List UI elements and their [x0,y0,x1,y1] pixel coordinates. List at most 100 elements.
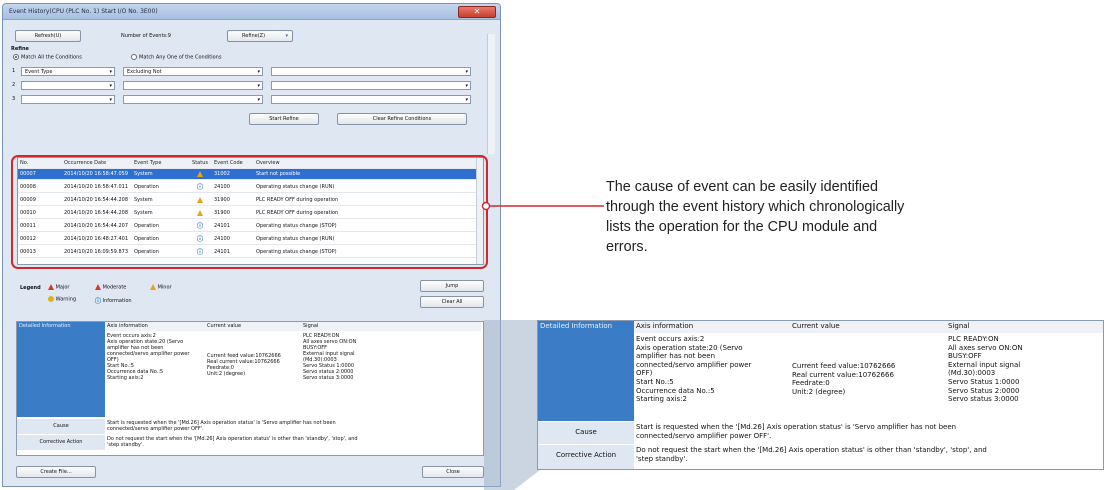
condition-value-select[interactable]: ▾ [271,67,471,76]
condition-row-number: 3 [12,96,16,102]
detail-panel: Detailed Information Axis information Cu… [16,321,484,456]
zoom-cause-text: Start is requested when the '[Md.26] Axi… [634,422,1103,444]
clear-all-button[interactable]: Clear All [420,296,484,308]
zoom-axis-info-line: Start No.:5 [636,377,674,386]
zoom-signal-line: PLC READY:ON [948,335,999,343]
zoom-axis-info-line: Axis operation state:20 (Servo [636,343,743,352]
cause-line: connected/servo amplifier power OFF'. [107,426,204,432]
jump-button[interactable]: Jump [420,280,484,292]
refine-group-label: Refine [11,46,29,52]
radio-icon [131,54,137,60]
legend-information-label: Information [102,298,132,304]
major-icon [48,284,54,290]
condition-value-select[interactable]: ▾ [271,81,471,90]
condition-value-select[interactable]: ▾ [271,95,471,104]
chevron-down-icon: ▾ [257,69,260,75]
legend-warning: Warning [48,296,76,303]
condition-field-select[interactable]: Event Type ▾ [21,67,115,76]
condition-operator-select[interactable]: Excluding Not ▾ [123,67,263,76]
match-all-label: Match All the Conditions [21,54,82,61]
title-bar: Event History(CPU (PLC No. 1) Start I/O … [3,4,500,20]
window-title: Event History(CPU (PLC No. 1) Start I/O … [9,8,158,15]
zoom-detail-header: Detailed Information [538,321,634,421]
zoom-current-value-line: Current feed value:10762666 [792,362,896,370]
chevron-down-icon: ▾ [285,33,288,39]
detail-current-value: Current feed value:10762666 Real current … [205,352,301,412]
cause-label: Cause [17,419,105,434]
condition-field-select[interactable]: ▾ [21,95,115,104]
detail-axis-info: Event occurs axis:2 Axis operation state:… [105,332,205,418]
zoom-signal: PLC READY:ON All axes servo ON:ON BUSY:OFF… [946,334,1103,420]
zoom-axis-info: Event occurs axis:2 Axis operation state:… [634,334,790,420]
match-any-label: Match Any One of the Conditions [139,54,222,61]
minor-icon [150,284,156,290]
zoom-col-signal: Signal [946,321,1103,333]
legend-minor: Minor [150,284,172,291]
legend-major-label: Major [55,284,70,291]
zoom-current-value-line: Feedrate:0 [792,379,830,388]
refine-button-label: Refine(Z) [242,33,266,39]
legend-warning-label: Warning [55,296,77,303]
zoomed-detail-panel: Detailed Information Axis information Cu… [537,320,1104,470]
chevron-down-icon: ▾ [257,83,260,89]
chevron-down-icon: ▾ [109,97,112,103]
corrective-action-text: Do not request the start when the '[Md.2… [105,435,481,450]
chevron-down-icon: ▾ [465,69,468,75]
information-icon: ⓘ [95,298,102,305]
zoom-axis-info-line: Occurrence data No.:5 [636,386,715,395]
condition-operator-select[interactable]: ▾ [123,95,263,104]
chevron-down-icon: ▾ [465,97,468,103]
clear-refine-button[interactable]: Clear Refine Conditions [337,113,467,125]
detail-col-current: Current value [205,322,301,331]
axis-info-line: Starting axis:2 [107,375,144,381]
zoom-axis-info-line: connected/servo amplifier power [636,360,752,369]
zoom-signal-line: All axes servo ON:ON [948,343,1023,352]
zoom-projection [484,320,540,490]
zoom-signal-line: BUSY:OFF [948,352,982,361]
zoom-current-value-line: Unit:2 (degree) [792,387,846,396]
condition-field-value: Event Type [25,69,53,75]
refresh-button[interactable]: Refresh(U) [15,30,81,42]
zoom-corrective-action-label: Corrective Action [538,445,634,469]
chevron-down-icon: ▾ [109,69,112,75]
legend-label: Legend [20,285,41,291]
zoom-current-value-line: Real current value:10762666 [792,370,894,379]
zoom-col-axis: Axis information [634,321,790,333]
close-window-button[interactable]: ✕ [458,6,496,18]
create-file-button[interactable]: Create File... [16,466,96,478]
zoom-signal-line: Servo Status 2:0000 [948,386,1020,395]
refine-button[interactable]: Refine(Z) ▾ [227,30,293,42]
legend-minor-label: Minor [157,284,172,291]
radio-icon [13,54,19,60]
zoom-col-current: Current value [790,321,946,333]
chevron-down-icon: ▾ [465,83,468,89]
zoom-corrective-action-text: Do not request the start when the '[Md.2… [634,445,1103,469]
detail-col-axis: Axis information [105,322,205,331]
condition-operator-select[interactable]: ▾ [123,81,263,90]
event-count: Number of Events:9 [121,33,171,39]
callout-line [481,201,604,211]
close-button[interactable]: Close [422,466,484,478]
scrollbar[interactable] [487,34,495,154]
condition-row-number: 1 [12,68,16,74]
detail-col-signal: Signal [301,322,481,331]
highlight-frame [11,155,488,269]
condition-row-number: 2 [12,82,16,88]
start-refine-button[interactable]: Start Refine [249,113,319,125]
legend-moderate-label: Moderate [102,284,127,291]
zoom-signal-line: Servo status 3:0000 [948,395,1019,404]
match-all-radio[interactable]: Match All the Conditions [13,54,82,61]
current-value-line: Unit:2 (degree) [207,371,246,377]
zoom-action-line: Do not request the start when the '[Md.2… [636,446,987,454]
chevron-down-icon: ▾ [109,83,112,89]
zoom-signal-line: External input signal [948,360,1021,369]
legend-moderate: Moderate [95,284,126,291]
chevron-down-icon: ▾ [257,97,260,103]
condition-field-select[interactable]: ▾ [21,81,115,90]
cause-text: Start is requested when the '[Md.26] Axi… [105,419,481,434]
action-line: 'step standby'. [107,442,144,448]
corrective-action-label: Corrective Action [17,435,105,450]
match-any-radio[interactable]: Match Any One of the Conditions [131,54,221,61]
detail-header: Detailed Information [17,322,105,417]
zoom-signal-line: Servo Status 1:0000 [948,377,1020,386]
